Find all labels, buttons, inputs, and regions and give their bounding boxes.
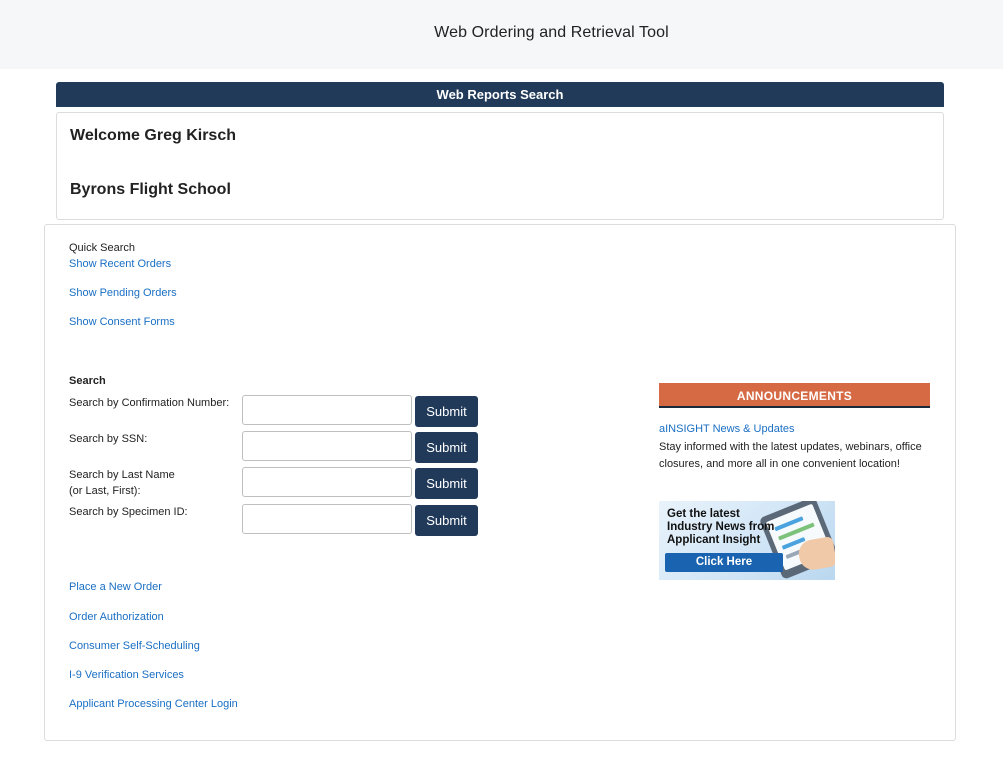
confirmation-number-label: Search by Confirmation Number: [69,397,230,409]
specimen-id-submit-button[interactable]: Submit [415,505,478,536]
section-title-bar: Web Reports Search [56,82,944,107]
ssn-input[interactable] [242,431,412,461]
news-updates-link[interactable]: aINSIGHT News & Updates [659,423,795,435]
confirmation-number-input[interactable] [242,395,412,425]
specimen-id-input[interactable] [242,504,412,534]
place-new-order-link[interactable]: Place a New Order [69,581,162,593]
announcements-text: Stay informed with the latest updates, w… [659,441,922,470]
company-name: Byrons Flight School [70,181,231,198]
consumer-self-scheduling-link[interactable]: Consumer Self-Scheduling [69,640,200,652]
show-recent-orders-link[interactable]: Show Recent Orders [69,258,171,270]
search-heading: Search [69,375,106,387]
last-name-submit-button[interactable]: Submit [415,468,478,499]
announcements-header: ANNOUNCEMENTS [659,383,930,408]
last-name-label-line1: Search by Last Name [69,469,175,481]
ssn-label: Search by SSN: [69,433,148,445]
banner-headline: Get the latest Industry News from Applic… [667,508,775,546]
welcome-panel: Welcome Greg Kirsch Byrons Flight School [56,112,944,220]
app-title: Web Ordering and Retrieval Tool [434,24,669,41]
show-pending-orders-link[interactable]: Show Pending Orders [69,287,177,299]
last-name-input[interactable] [242,467,412,497]
click-here-button[interactable]: Click Here [665,553,783,572]
last-name-label: Search by Last Name (or Last, First): [69,467,175,499]
applicant-processing-login-link[interactable]: Applicant Processing Center Login [69,698,238,710]
last-name-label-line2: (or Last, First): [69,485,141,497]
quick-search-label: Quick Search [69,242,136,254]
order-authorization-link[interactable]: Order Authorization [69,611,164,623]
i9-verification-link[interactable]: I-9 Verification Services [69,669,184,681]
ssn-submit-button[interactable]: Submit [415,432,478,463]
main-panel [44,224,956,741]
confirmation-number-submit-button[interactable]: Submit [415,396,478,427]
show-consent-forms-link[interactable]: Show Consent Forms [69,316,175,328]
welcome-greeting: Welcome Greg Kirsch [70,127,236,144]
industry-news-banner[interactable]: Get the latest Industry News from Applic… [659,501,835,580]
specimen-id-label: Search by Specimen ID: [69,506,188,518]
